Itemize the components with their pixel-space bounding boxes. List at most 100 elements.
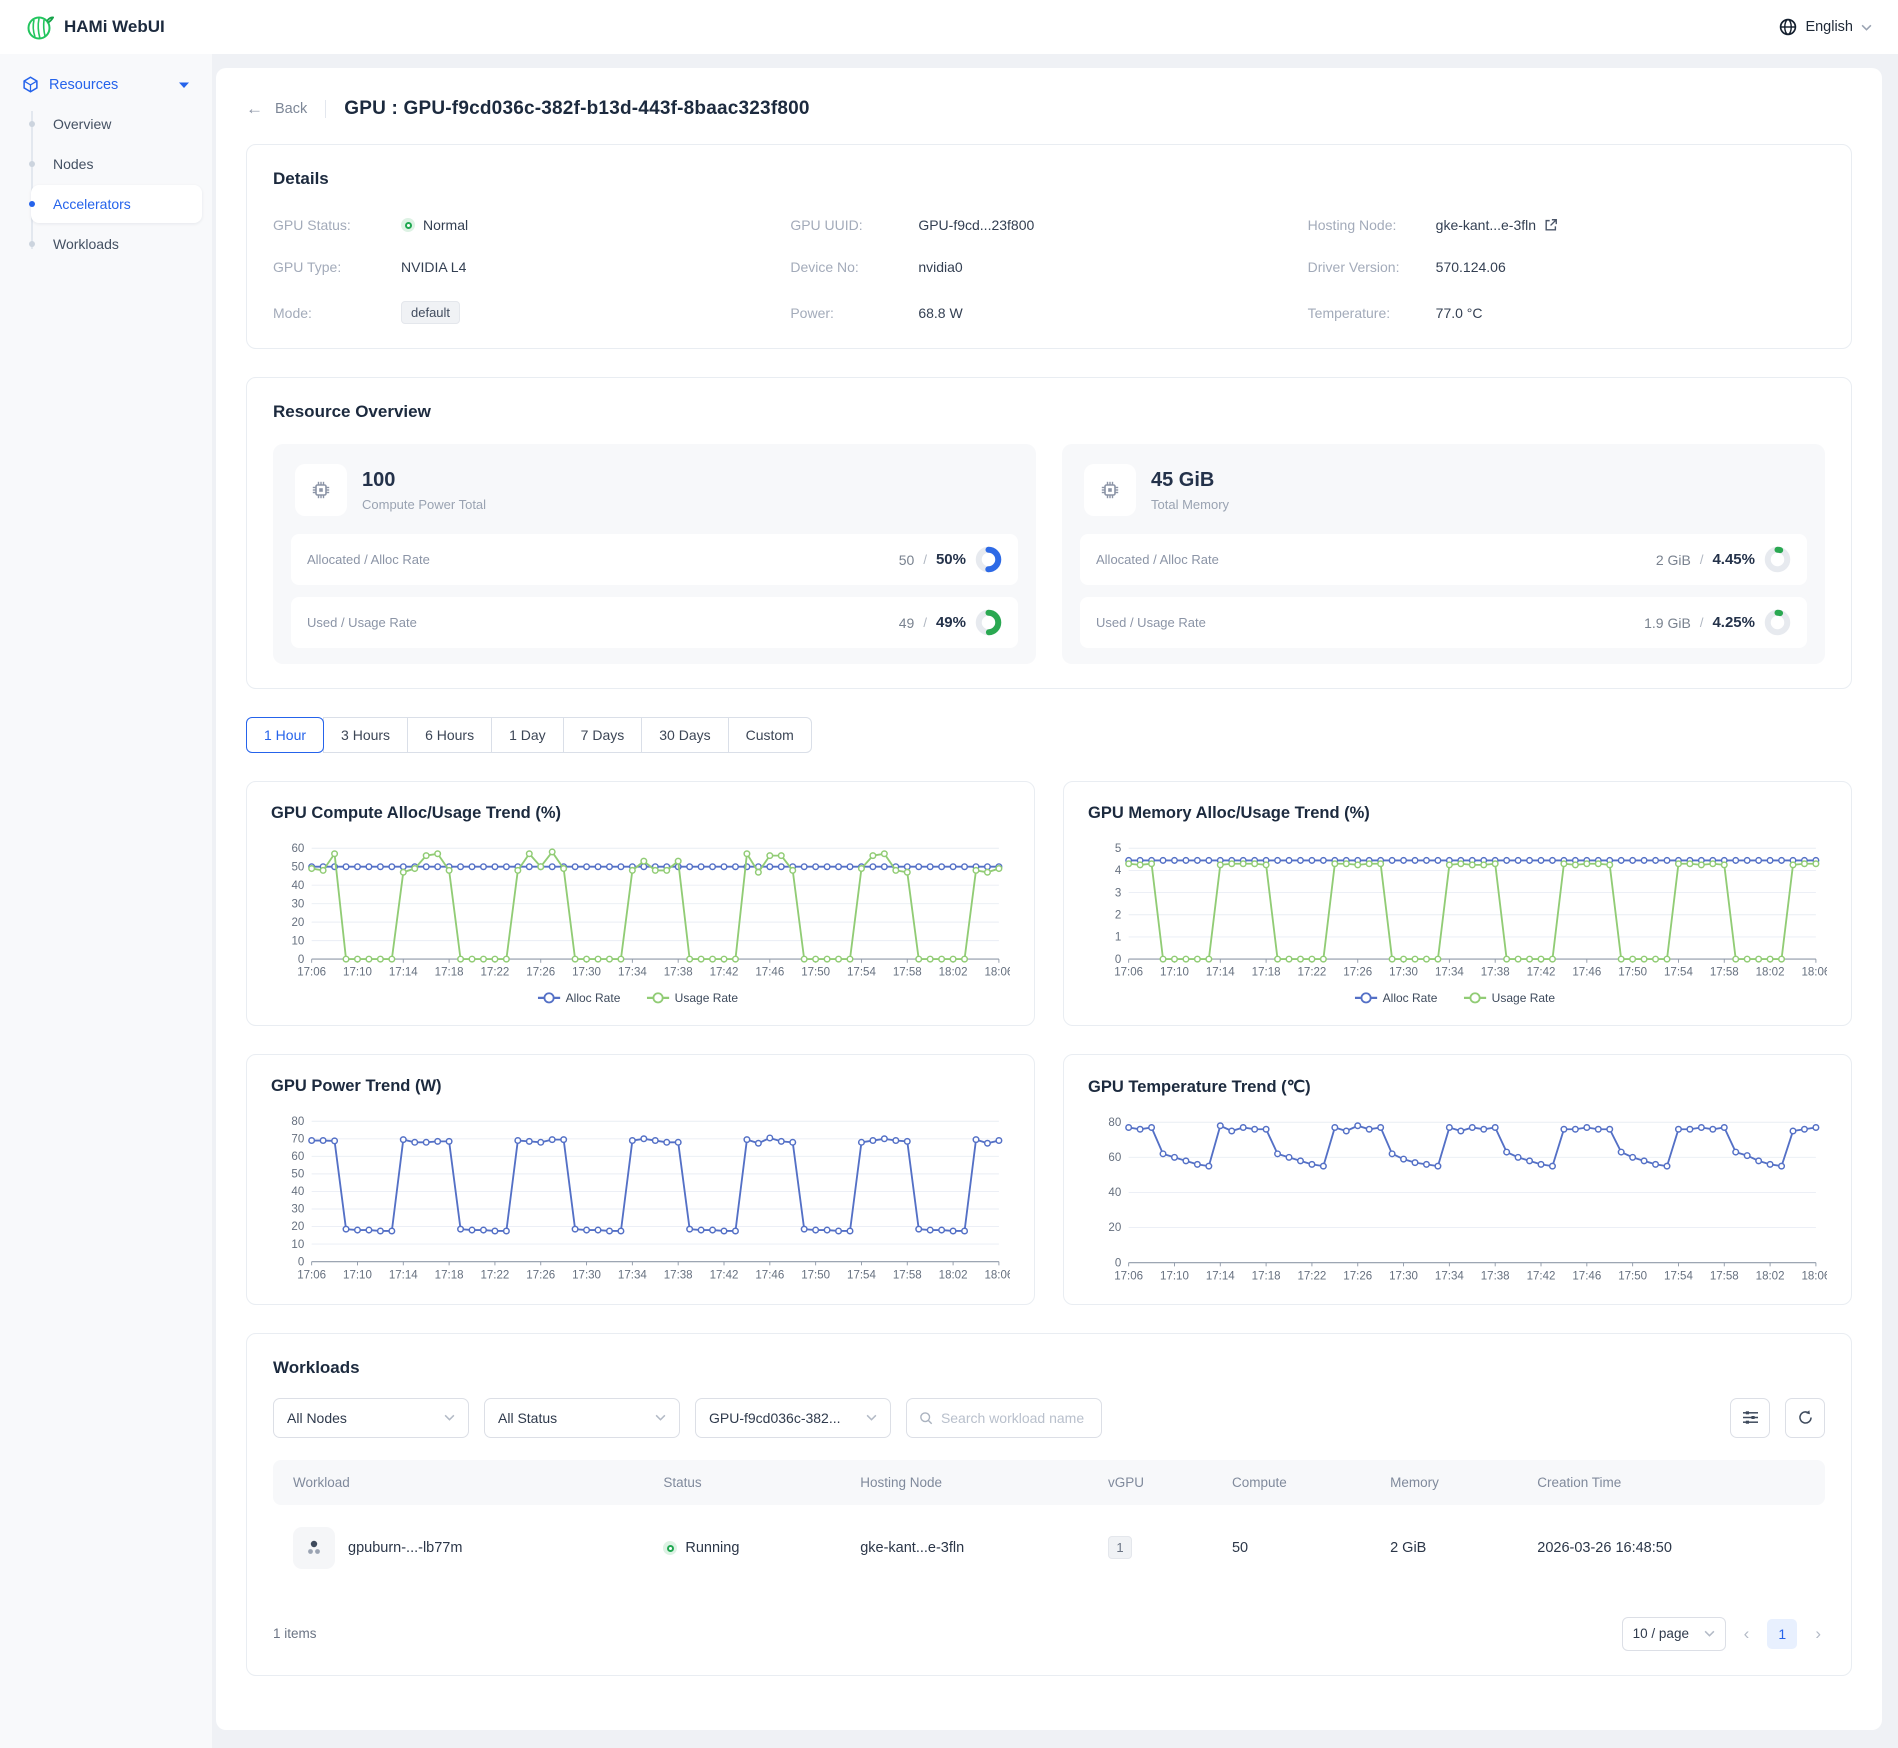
svg-text:17:50: 17:50 [801, 1269, 830, 1281]
sidebar-item-workloads[interactable]: Workloads [31, 225, 202, 263]
workload-search-input[interactable] [941, 1410, 1089, 1426]
external-link-icon[interactable] [1544, 218, 1558, 232]
svg-text:17:26: 17:26 [1343, 967, 1372, 979]
svg-text:17:54: 17:54 [847, 1269, 876, 1281]
svg-text:Alloc Rate: Alloc Rate [1383, 991, 1438, 1005]
svg-text:17:42: 17:42 [710, 967, 739, 979]
column-settings-button[interactable] [1730, 1398, 1770, 1438]
workloads-table-header: WorkloadStatusHosting NodevGPUComputeMem… [273, 1460, 1825, 1505]
detail-field-power: Power:68.8 W [790, 301, 1307, 324]
sidebar-item-resources[interactable]: Resources [10, 66, 202, 103]
svg-text:70: 70 [291, 1133, 304, 1145]
time-tab-custom[interactable]: Custom [728, 717, 812, 753]
svg-text:17:38: 17:38 [1481, 967, 1510, 979]
topbar: HAMi WebUI English [0, 0, 1898, 54]
time-tab-3-hours[interactable]: 3 Hours [323, 717, 408, 753]
column-header-hosting-node: Hosting Node [844, 1460, 1092, 1505]
svg-text:4: 4 [1115, 865, 1122, 877]
svg-text:17:50: 17:50 [1618, 1270, 1647, 1282]
time-tab-7-days[interactable]: 7 Days [563, 717, 643, 753]
svg-text:17:14: 17:14 [1206, 1270, 1235, 1282]
svg-text:17:50: 17:50 [801, 967, 830, 979]
time-tab-1-day[interactable]: 1 Day [491, 717, 564, 753]
hosting-node-cell: gke-kant...e-3fln [844, 1505, 1092, 1591]
workloads-table: WorkloadStatusHosting NodevGPUComputeMem… [273, 1460, 1825, 1591]
svg-text:17:10: 17:10 [343, 967, 372, 979]
svg-text:Alloc Rate: Alloc Rate [566, 991, 621, 1005]
chart-gpu-memory-alloc-usage-trend: GPU Memory Alloc/Usage Trend (%)01234517… [1063, 781, 1852, 1026]
svg-text:18:02: 18:02 [939, 967, 968, 979]
refresh-button[interactable] [1785, 1398, 1825, 1438]
column-header-workload: Workload [273, 1460, 647, 1505]
svg-text:17:42: 17:42 [1527, 1270, 1556, 1282]
svg-text:17:50: 17:50 [1618, 967, 1647, 979]
status-filter-select[interactable]: All Status [484, 1398, 680, 1438]
page-size-select[interactable]: 10 / page [1622, 1617, 1726, 1651]
svg-text:40: 40 [291, 880, 304, 892]
resource-metric-row: Used / Usage Rate1.9 GiB/4.25% [1080, 597, 1807, 648]
workload-name[interactable]: gpuburn-...-lb77m [348, 1540, 462, 1556]
back-button[interactable]: Back [275, 101, 307, 117]
gpu-filter-select[interactable]: GPU-f9cd036c-382... [695, 1398, 891, 1438]
status-filter-value: All Status [498, 1410, 557, 1426]
svg-text:17:30: 17:30 [1389, 967, 1418, 979]
svg-text:18:02: 18:02 [1756, 1270, 1785, 1282]
pagination-page-1[interactable]: 1 [1767, 1619, 1797, 1649]
time-tab-6-hours[interactable]: 6 Hours [407, 717, 492, 753]
gpu-filter-value: GPU-f9cd036c-382... [709, 1410, 841, 1426]
svg-text:17:58: 17:58 [1710, 1270, 1739, 1282]
svg-text:18:02: 18:02 [939, 1269, 968, 1281]
chart-gpu-power-trend-w: GPU Power Trend (W)0102030405060708017:0… [246, 1054, 1035, 1305]
progress-donut [975, 546, 1002, 573]
svg-text:17:38: 17:38 [1481, 1270, 1510, 1282]
table-footer: 1 items 10 / page ‹ 1 › [273, 1617, 1825, 1651]
workload-search[interactable] [906, 1398, 1102, 1438]
resources-icon [22, 76, 39, 93]
chevron-down-icon [866, 1414, 877, 1421]
svg-text:Usage Rate: Usage Rate [675, 991, 739, 1005]
node-filter-select[interactable]: All Nodes [273, 1398, 469, 1438]
progress-donut [975, 609, 1002, 636]
chevron-down-icon [444, 1414, 455, 1421]
page-card: ← Back GPU : GPU-f9cd036c-382f-b13d-443f… [216, 68, 1882, 1730]
svg-text:30: 30 [291, 1203, 304, 1215]
details-grid: GPU Status:NormalGPU UUID:GPU-f9cd...23f… [273, 217, 1825, 324]
svg-text:17:10: 17:10 [1160, 967, 1189, 979]
svg-text:20: 20 [291, 1221, 304, 1233]
workloads-card: Workloads All Nodes All Status GPU-f9cd0… [246, 1333, 1852, 1676]
svg-text:17:18: 17:18 [1252, 967, 1281, 979]
details-card: Details GPU Status:NormalGPU UUID:GPU-f9… [246, 144, 1852, 349]
language-selector[interactable]: English [1779, 18, 1872, 36]
sidebar-item-overview[interactable]: Overview [31, 105, 202, 143]
column-header-compute: Compute [1216, 1460, 1374, 1505]
svg-text:17:26: 17:26 [526, 967, 555, 979]
svg-text:17:38: 17:38 [664, 967, 693, 979]
svg-text:17:38: 17:38 [664, 1269, 693, 1281]
svg-text:17:58: 17:58 [1710, 967, 1739, 979]
table-row[interactable]: gpuburn-...-lb77m Running gke-kant...e-3fl… [273, 1505, 1825, 1591]
sidebar-item-nodes[interactable]: Nodes [31, 145, 202, 183]
chevron-down-icon [655, 1414, 666, 1421]
status-normal-icon [663, 1541, 677, 1555]
svg-text:40: 40 [291, 1186, 304, 1198]
hosting-node-link[interactable] [1544, 218, 1558, 232]
sidebar-item-accelerators[interactable]: Accelerators [31, 185, 202, 223]
time-tab-1-hour[interactable]: 1 Hour [246, 717, 324, 753]
detail-field-driver-version: Driver Version:570.124.06 [1308, 259, 1825, 275]
back-arrow-icon[interactable]: ← [246, 99, 263, 119]
status-badge: Running [663, 1540, 739, 1556]
chevron-down-icon [1861, 24, 1872, 31]
memory-cell: 2 GiB [1374, 1505, 1521, 1591]
resource-overview-title: Resource Overview [273, 402, 1825, 422]
svg-text:17:06: 17:06 [1114, 1270, 1143, 1282]
detail-field-hosting-node: Hosting Node:gke-kant...e-3fln [1308, 217, 1825, 233]
refresh-icon [1797, 1409, 1814, 1426]
time-tab-30-days[interactable]: 30 Days [641, 717, 728, 753]
svg-text:18:06: 18:06 [1801, 967, 1827, 979]
svg-text:60: 60 [291, 1151, 304, 1163]
pagination-next-button[interactable]: › [1811, 1624, 1825, 1644]
pagination-prev-button[interactable]: ‹ [1740, 1624, 1754, 1644]
detail-field-gpu-type: GPU Type:NVIDIA L4 [273, 259, 790, 275]
svg-text:17:18: 17:18 [435, 967, 464, 979]
svg-text:17:58: 17:58 [893, 967, 922, 979]
